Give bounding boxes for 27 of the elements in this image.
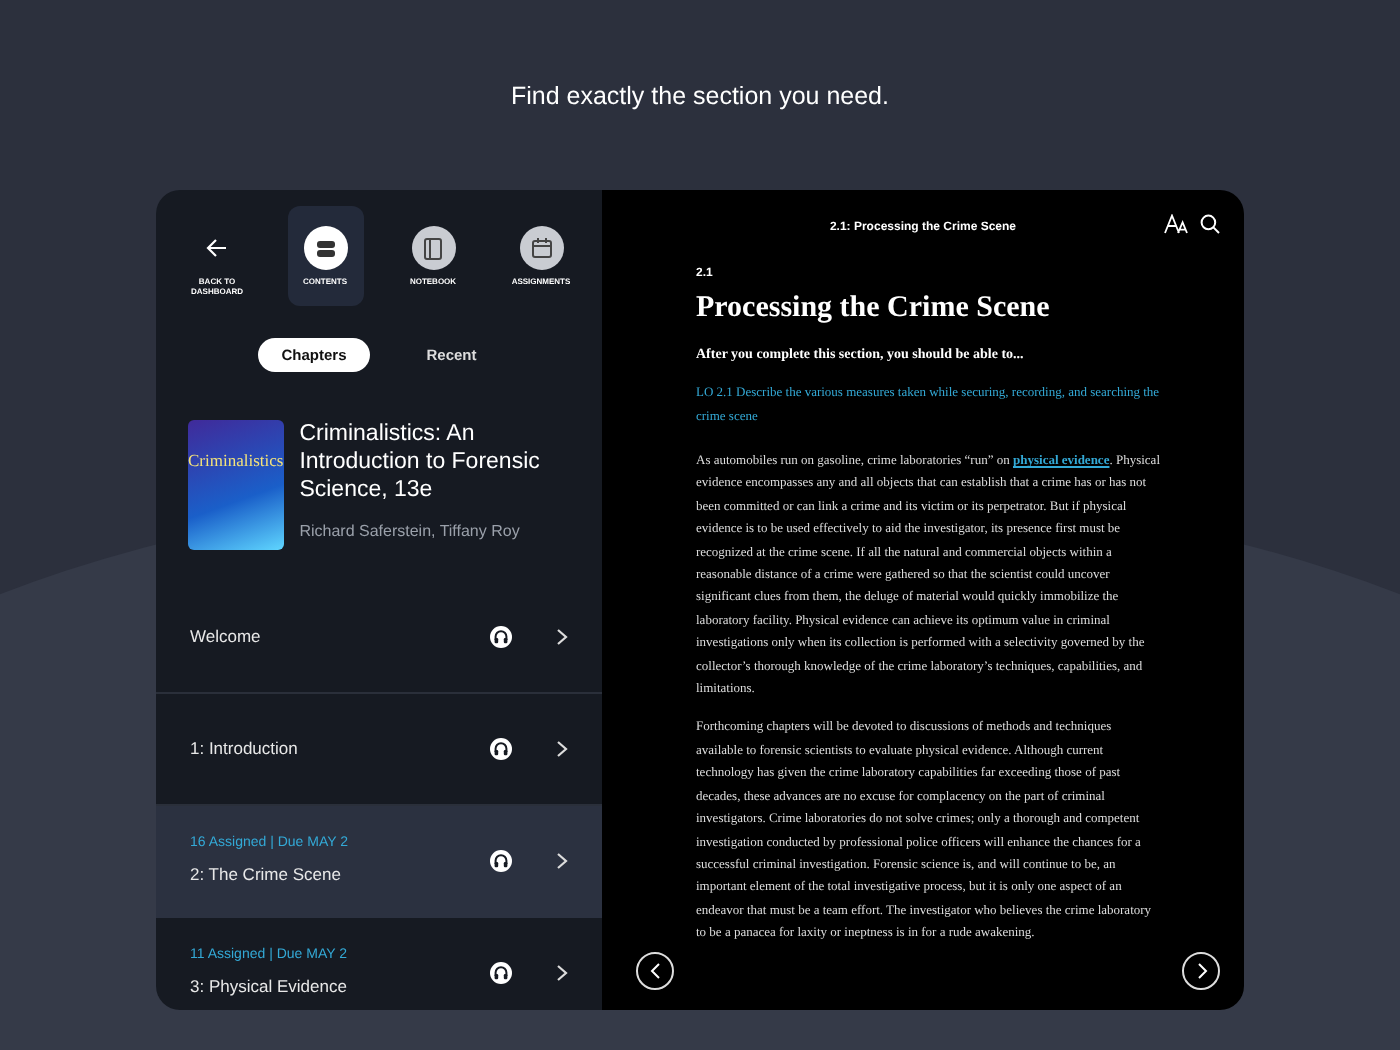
chapter-title: 1: Introduction	[190, 735, 300, 762]
notebook-icon	[424, 237, 442, 259]
chevron-left-icon	[647, 962, 663, 980]
headphones-icon[interactable]	[490, 849, 512, 872]
book-authors: Richard Saferstein, Tiffany Roy	[299, 519, 522, 544]
search-icon[interactable]	[1200, 214, 1220, 234]
font-size-icon[interactable]	[1164, 214, 1188, 234]
section-title: Processing the Crime Scene	[696, 290, 1052, 328]
chapter-title: Welcome	[190, 623, 263, 650]
headline: Find exactly the section you need.	[508, 80, 891, 114]
next-button[interactable]	[1182, 952, 1220, 990]
headphones-icon[interactable]	[490, 625, 512, 648]
calendar-icon	[531, 238, 551, 258]
previous-button[interactable]	[636, 952, 674, 990]
book-title: Criminalistics: An Introduction to Forensic Science, 13e	[299, 419, 542, 504]
chapter-title: 3: Physical Evidence	[190, 974, 349, 1000]
chevron-right-icon	[1193, 962, 1209, 980]
chevron-right-icon[interactable]	[556, 627, 568, 646]
chevron-right-icon[interactable]	[556, 851, 568, 870]
chevron-right-icon[interactable]	[556, 963, 568, 982]
headphones-icon[interactable]	[490, 737, 512, 760]
headphones-icon[interactable]	[490, 961, 512, 984]
chapter-title: 2: The Crime Scene	[190, 862, 343, 888]
list-icon	[315, 239, 335, 257]
chevron-right-icon[interactable]	[556, 739, 568, 758]
book-cover: Criminalistics	[188, 419, 284, 550]
back-arrow-icon	[206, 238, 228, 258]
